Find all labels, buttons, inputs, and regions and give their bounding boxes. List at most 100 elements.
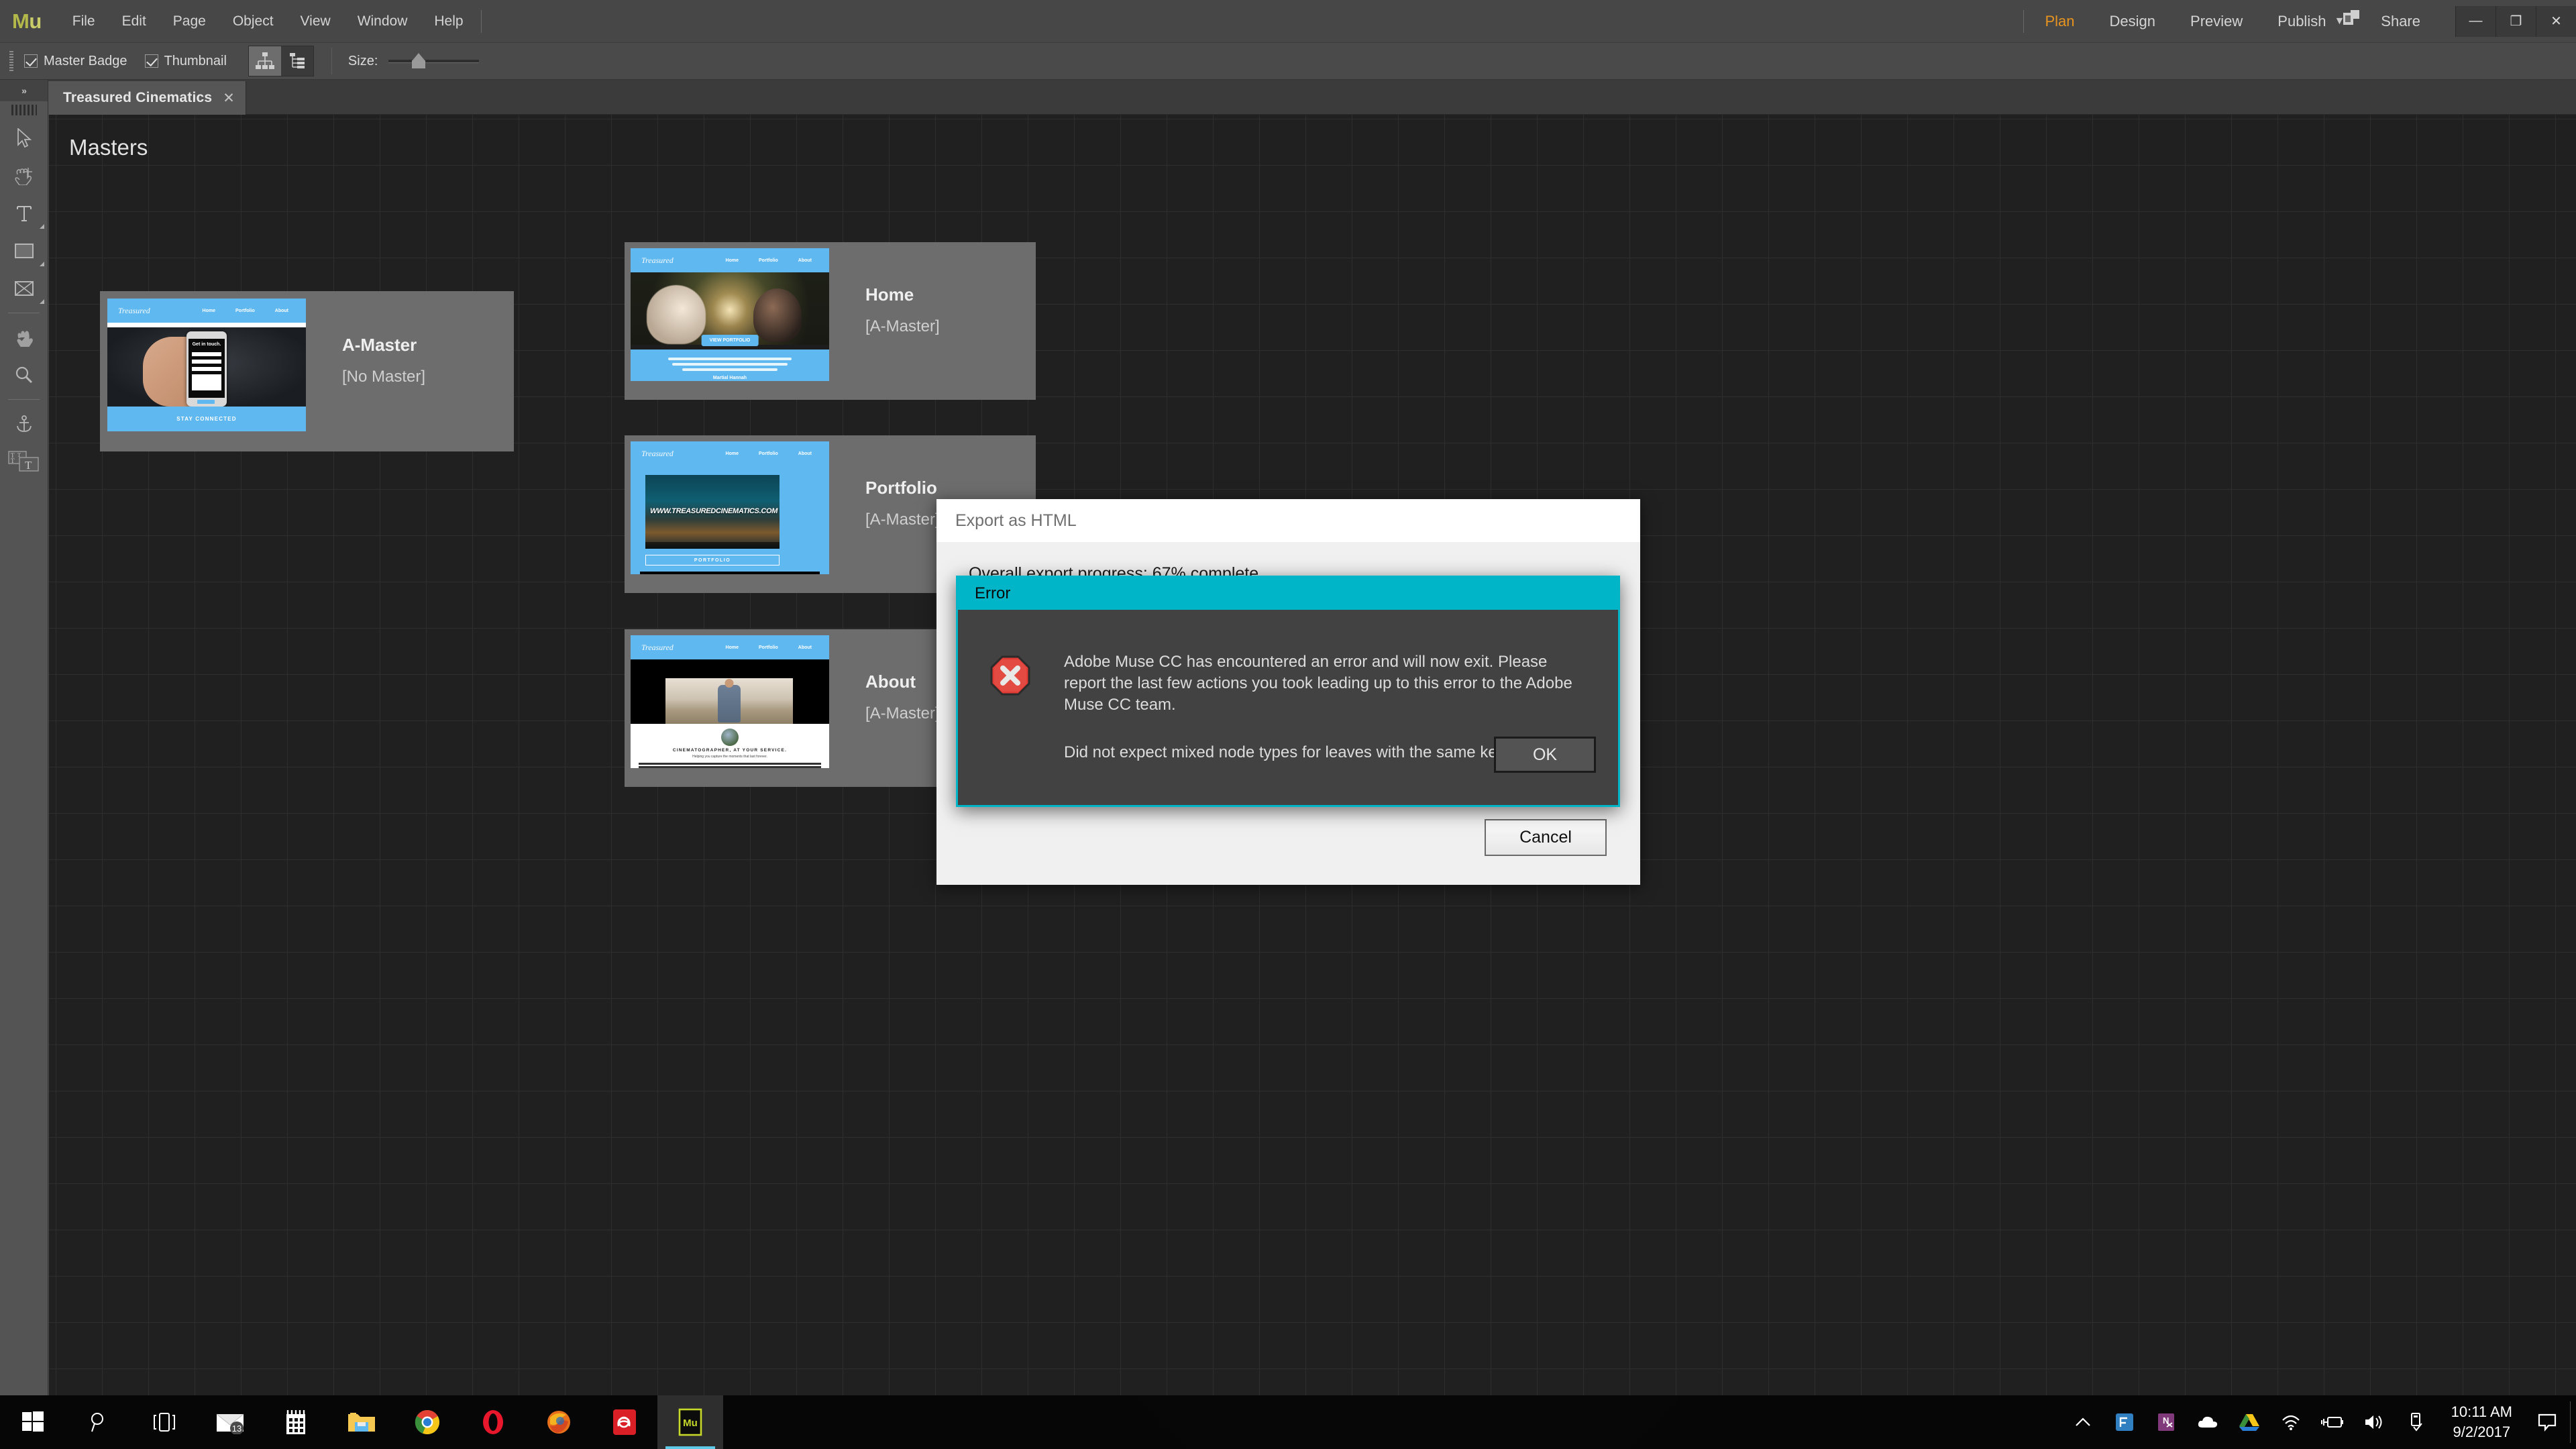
error-ok-button[interactable]: OK bbox=[1494, 737, 1596, 773]
thumb-video-embed: WWW.TREASUREDCINEMATICS.COM bbox=[645, 475, 780, 549]
battery-icon[interactable] bbox=[2312, 1395, 2353, 1449]
page-card-meta: Home [A-Master] bbox=[865, 284, 940, 336]
minimize-button[interactable]: — bbox=[2455, 5, 2496, 37]
selection-tool[interactable] bbox=[0, 119, 48, 157]
menu-help[interactable]: Help bbox=[421, 0, 476, 42]
master-thumbnail[interactable]: Get in touch. Treasured Home Portfolio A… bbox=[107, 299, 306, 431]
calendar-icon[interactable] bbox=[263, 1395, 329, 1449]
error-dialog-titlebar: Error bbox=[958, 578, 1618, 610]
show-desktop-button[interactable] bbox=[2570, 1401, 2571, 1443]
hand-tool[interactable] bbox=[0, 319, 48, 356]
menu-view[interactable]: View bbox=[287, 0, 344, 42]
error-dialog-title: Error bbox=[975, 584, 1011, 602]
document-tab-treasured-cinematics[interactable]: Treasured Cinematics ✕ bbox=[48, 81, 246, 115]
task-view-button[interactable] bbox=[131, 1395, 197, 1449]
thumb-video-controls bbox=[645, 542, 780, 549]
mode-switcher: Plan Design Preview Publish ▼ Share — ❐ … bbox=[2019, 0, 2576, 42]
restore-button[interactable]: ❐ bbox=[2496, 5, 2536, 37]
firefox-icon[interactable] bbox=[526, 1395, 592, 1449]
thumbnail-checkbox[interactable]: Thumbnail bbox=[144, 53, 227, 69]
page-card-title: About bbox=[865, 672, 916, 692]
thumb-site-logo: Treasured bbox=[118, 305, 150, 315]
adobe-muse-taskbar-icon[interactable]: Mu bbox=[657, 1395, 723, 1449]
master-card-a-master[interactable]: Get in touch. Treasured Home Portfolio A… bbox=[101, 292, 513, 450]
mode-publish[interactable]: Publish bbox=[2260, 0, 2343, 42]
system-tray: N 10:11 AM 9/2/2017 bbox=[2062, 1395, 2576, 1449]
mode-design[interactable]: Design bbox=[2092, 0, 2173, 42]
view-mode-toggle bbox=[248, 46, 314, 76]
menu-edit[interactable]: Edit bbox=[109, 0, 160, 42]
mode-preview[interactable]: Preview bbox=[2173, 0, 2260, 42]
crop-tool[interactable] bbox=[0, 157, 48, 195]
thumb-link-about: About bbox=[798, 451, 812, 456]
thumb-site-logo: Treasured bbox=[641, 448, 674, 458]
notification-icon[interactable] bbox=[2527, 1395, 2567, 1449]
thumb-quote-band: Martial Hannah bbox=[631, 350, 829, 381]
thumb-link-portfolio: Portfolio bbox=[759, 258, 778, 263]
thumb-avatar bbox=[721, 729, 739, 746]
wifi-icon[interactable] bbox=[2270, 1395, 2312, 1449]
tool-panel-expander[interactable]: » bbox=[0, 80, 48, 101]
slider-knob-body bbox=[412, 60, 426, 68]
page-card-title: Home bbox=[865, 284, 914, 305]
page-thumbnail[interactable]: WWW.TREASUREDCINEMATICS.COM PORTFOLIO Tr… bbox=[631, 441, 829, 574]
thumb-portfolio-body: WWW.TREASUREDCINEMATICS.COM PORTFOLIO bbox=[631, 466, 829, 574]
thumb-site-links: Home Portfolio About bbox=[726, 258, 812, 263]
chrome-icon[interactable] bbox=[394, 1395, 460, 1449]
image-frame-tool[interactable] bbox=[0, 270, 48, 307]
cloud-icon[interactable] bbox=[2187, 1395, 2229, 1449]
svg-text:T: T bbox=[25, 459, 32, 472]
panel-grip[interactable] bbox=[9, 51, 13, 71]
close-button[interactable]: ✕ bbox=[2536, 5, 2576, 37]
text-styles-tool[interactable]: T T T T bbox=[0, 443, 48, 480]
error-octagon-icon bbox=[990, 655, 1030, 696]
opera-icon[interactable] bbox=[460, 1395, 526, 1449]
thumb-site-nav: Treasured Home Portfolio About bbox=[107, 299, 306, 323]
file-explorer-icon[interactable] bbox=[329, 1395, 394, 1449]
thumb-hero-image bbox=[631, 272, 829, 345]
usb-icon[interactable] bbox=[2395, 1395, 2436, 1449]
mode-share[interactable]: Share bbox=[2363, 0, 2438, 42]
anchor-tool[interactable] bbox=[0, 405, 48, 443]
size-label: Size: bbox=[347, 53, 378, 68]
slider-track bbox=[388, 60, 480, 63]
mode-plan[interactable]: Plan bbox=[2028, 0, 2092, 42]
export-cancel-button[interactable]: Cancel bbox=[1485, 819, 1607, 856]
tool-panel-grip[interactable] bbox=[11, 105, 37, 115]
chevron-up-icon[interactable] bbox=[2062, 1395, 2104, 1449]
start-button[interactable] bbox=[0, 1395, 66, 1449]
adobe-muse-window: Mu File Edit Page Object View Window Hel… bbox=[0, 0, 2576, 1395]
thumbnail-size-slider[interactable] bbox=[388, 53, 480, 69]
onenote-icon[interactable]: N bbox=[2145, 1395, 2187, 1449]
taskbar-clock[interactable]: 10:11 AM 9/2/2017 bbox=[2436, 1402, 2527, 1442]
mail-icon[interactable]: 13 bbox=[197, 1395, 263, 1449]
error-dialog-body: Adobe Muse CC has encountered an error a… bbox=[958, 610, 1618, 805]
text-tool[interactable] bbox=[0, 195, 48, 232]
menu-object[interactable]: Object bbox=[219, 0, 287, 42]
svg-text:13: 13 bbox=[232, 1424, 241, 1434]
thumbnail-label: Thumbnail bbox=[164, 53, 227, 68]
page-card-home[interactable]: VIEW PORTFOLIO Martial Hannah Treasured … bbox=[625, 242, 1036, 400]
menu-file[interactable]: File bbox=[59, 0, 109, 42]
zoom-tool[interactable] bbox=[0, 356, 48, 394]
thumb-phone-heading: Get in touch. bbox=[192, 342, 221, 347]
speaker-icon[interactable] bbox=[2353, 1395, 2395, 1449]
rectangle-tool[interactable] bbox=[0, 232, 48, 270]
thumb-site-nav: Treasured Home Portfolio About bbox=[631, 248, 829, 272]
menu-window[interactable]: Window bbox=[344, 0, 421, 42]
list-view-button[interactable] bbox=[280, 46, 313, 76]
thumb-link-portfolio: Portfolio bbox=[759, 645, 778, 650]
page-thumbnail[interactable]: VIEW PORTFOLIO Martial Hannah Treasured … bbox=[631, 248, 829, 381]
page-thumbnail[interactable]: CINEMATOGRAPHER, AT YOUR SERVICE. Helpin… bbox=[631, 635, 829, 768]
menu-page[interactable]: Page bbox=[160, 0, 219, 42]
search-button[interactable] bbox=[66, 1395, 131, 1449]
thumb-white-strip bbox=[107, 323, 306, 327]
close-icon[interactable]: ✕ bbox=[223, 90, 235, 107]
blue-app-icon[interactable] bbox=[2104, 1395, 2145, 1449]
tool-flyout-indicator bbox=[40, 224, 44, 229]
google-drive-icon[interactable] bbox=[2229, 1395, 2270, 1449]
tool-panel: » T T T T bbox=[0, 80, 48, 1395]
master-badge-checkbox[interactable]: Master Badge bbox=[24, 54, 127, 69]
plan-tree-view-button[interactable] bbox=[248, 46, 281, 76]
creative-cloud-icon[interactable] bbox=[592, 1395, 657, 1449]
